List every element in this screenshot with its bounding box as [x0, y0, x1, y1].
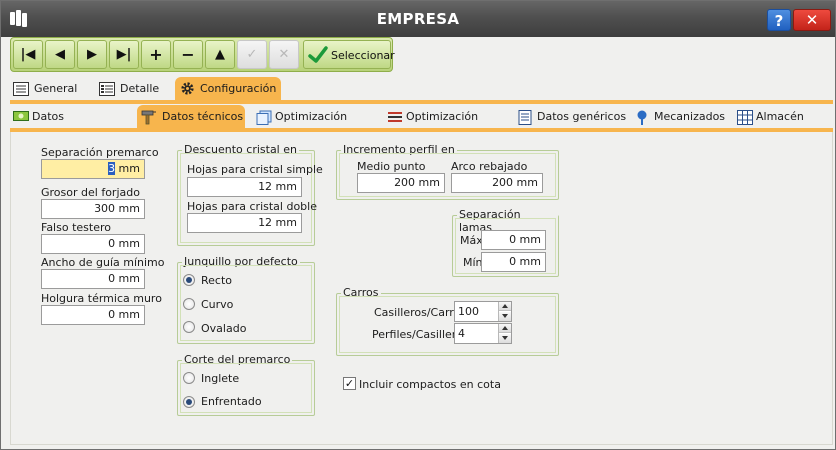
perfiles-value: 4: [458, 327, 465, 340]
confirm-button[interactable]: ✓: [237, 40, 267, 69]
tab-mecanizados-label: Mecanizados: [654, 110, 726, 123]
grid-icon: [737, 110, 753, 125]
radio-enfrentado[interactable]: [183, 396, 195, 408]
incluir-compactos-label: Incluir compactos en cota: [359, 378, 501, 391]
form-icon: [13, 82, 29, 96]
select-button-label: Seleccionar: [331, 49, 395, 62]
radio-ovalado-label: Ovalado: [201, 322, 247, 335]
tab-general-label: General: [34, 82, 78, 95]
list-detail-icon: [99, 82, 115, 96]
money-icon: [13, 111, 29, 121]
medio-punto-label: Medio punto: [357, 160, 426, 173]
casilleros-up-arrow-icon[interactable]: [499, 302, 511, 311]
perfiles-down-arrow-icon[interactable]: [499, 334, 511, 343]
casilleros-value: 100: [458, 305, 479, 318]
ancho-guia-label: Ancho de guía mínimo: [41, 256, 165, 269]
select-button[interactable]: Seleccionar: [303, 40, 395, 69]
tab-almacen[interactable]: Almacén: [734, 105, 814, 128]
casilleros-down-arrow-icon[interactable]: [499, 312, 511, 321]
perfiles-label: Perfiles/Casillero: [372, 328, 463, 341]
tools-icon: [141, 110, 156, 125]
cristal-doble-label: Hojas para cristal doble: [187, 200, 317, 213]
grosor-forjado-label: Grosor del forjado: [41, 186, 140, 199]
tab-general[interactable]: General: [10, 77, 84, 100]
perfiles-stepper[interactable]: 4: [454, 323, 512, 344]
radio-curvo-label: Curvo: [201, 298, 234, 311]
tab-datos-tecnicos-label: Datos técnicos: [162, 110, 244, 123]
pin-icon: [637, 110, 647, 125]
grosor-forjado-input[interactable]: 300 mm: [41, 199, 145, 219]
title-bar: EMPRESA ? ✕: [1, 1, 835, 37]
tab-detalle-label: Detalle: [120, 82, 160, 95]
radio-recto[interactable]: [183, 274, 195, 286]
tab-almacen-label: Almacén: [756, 110, 804, 123]
tab-datos-genericos[interactable]: Datos genéricos: [515, 105, 627, 128]
tab-mecanizados[interactable]: Mecanizados: [632, 105, 732, 128]
carros-group: Carros: [336, 286, 559, 356]
radio-curvo[interactable]: [183, 298, 195, 310]
sheets-icon: [256, 110, 272, 125]
radio-ovalado[interactable]: [183, 321, 195, 333]
lamas-min-label: Mín: [463, 256, 483, 269]
lamas-max-input[interactable]: 0 mm: [481, 230, 546, 250]
tab-optimizacion-lineal[interactable]: Optimización lineal: [384, 105, 508, 147]
incremento-perfil-title: Incremento perfil en: [341, 143, 457, 156]
tab-datos-tecnicos[interactable]: Datos técnicos: [137, 105, 245, 128]
carros-title: Carros: [341, 286, 381, 299]
main-tab-underline: [10, 100, 833, 104]
falso-testero-label: Falso testero: [41, 221, 111, 234]
first-record-button[interactable]: |◀: [13, 40, 43, 69]
tab-optimizacion-plana[interactable]: Optimización plana: [253, 105, 373, 147]
medio-punto-input[interactable]: 200 mm: [357, 173, 445, 193]
holgura-termica-input[interactable]: 0 mm: [41, 305, 145, 325]
tab-configuracion[interactable]: Configuración: [175, 77, 281, 100]
navigation-toolbar: |◀ ◀ ▶ ▶| + − ▲ ✓ ✕ Seleccionar: [10, 37, 395, 72]
last-record-button[interactable]: ▶|: [109, 40, 139, 69]
window-title: EMPRESA: [376, 10, 460, 28]
checkmark-icon: [308, 46, 328, 63]
perfiles-up-arrow-icon[interactable]: [499, 324, 511, 333]
descuento-cristal-title: Descuento cristal en: [182, 143, 299, 156]
lamas-max-label: Máx: [460, 234, 483, 247]
gear-icon: [181, 82, 194, 95]
empresa-window: EMPRESA ? ✕ |◀ ◀ ▶ ▶| + − ▲ ✓ ✕ Seleccio…: [0, 0, 836, 450]
help-button[interactable]: ?: [767, 9, 791, 31]
cristal-simple-label: Hojas para cristal simple: [187, 163, 323, 176]
holgura-termica-label: Holgura térmica muro: [41, 292, 162, 305]
bars-icon: [388, 112, 402, 122]
previous-record-button[interactable]: ◀: [45, 40, 75, 69]
up-button[interactable]: ▲: [205, 40, 235, 69]
document-icon: [518, 110, 532, 125]
cancel-edit-button[interactable]: ✕: [269, 40, 299, 69]
cristal-simple-input[interactable]: 12 mm: [187, 177, 302, 197]
falso-testero-input[interactable]: 0 mm: [41, 234, 145, 254]
casilleros-stepper[interactable]: 100: [454, 301, 512, 322]
radio-recto-label: Recto: [201, 274, 233, 287]
ancho-guia-input[interactable]: 0 mm: [41, 269, 145, 289]
incluir-compactos-checkbox[interactable]: ✓: [343, 377, 356, 390]
casilleros-label: Casilleros/Carro: [374, 306, 461, 319]
tab-datos-economicos[interactable]: Datos económicos: [10, 105, 128, 147]
separacion-premarco-label: Separación premarco: [41, 146, 159, 159]
lamas-min-input[interactable]: 0 mm: [481, 252, 546, 272]
separacion-premarco-input[interactable]: 3 mm: [41, 159, 145, 179]
next-record-button[interactable]: ▶: [77, 40, 107, 69]
arco-rebajado-label: Arco rebajado: [451, 160, 528, 173]
corte-premarco-title: Corte del premarco: [182, 353, 293, 366]
delete-record-button[interactable]: −: [173, 40, 203, 69]
tab-detalle[interactable]: Detalle: [96, 77, 166, 100]
add-record-button[interactable]: +: [141, 40, 171, 69]
radio-inglete[interactable]: [183, 372, 195, 384]
tab-configuracion-label: Configuración: [200, 82, 277, 95]
cristal-doble-input[interactable]: 12 mm: [187, 213, 302, 233]
close-button[interactable]: ✕: [793, 9, 831, 31]
radio-enfrentado-label: Enfrentado: [201, 395, 262, 408]
junquillo-title: Junquillo por defecto: [182, 255, 300, 268]
radio-inglete-label: Inglete: [201, 372, 240, 385]
arco-rebajado-input[interactable]: 200 mm: [451, 173, 543, 193]
tab-datos-genericos-label: Datos genéricos: [537, 110, 627, 123]
